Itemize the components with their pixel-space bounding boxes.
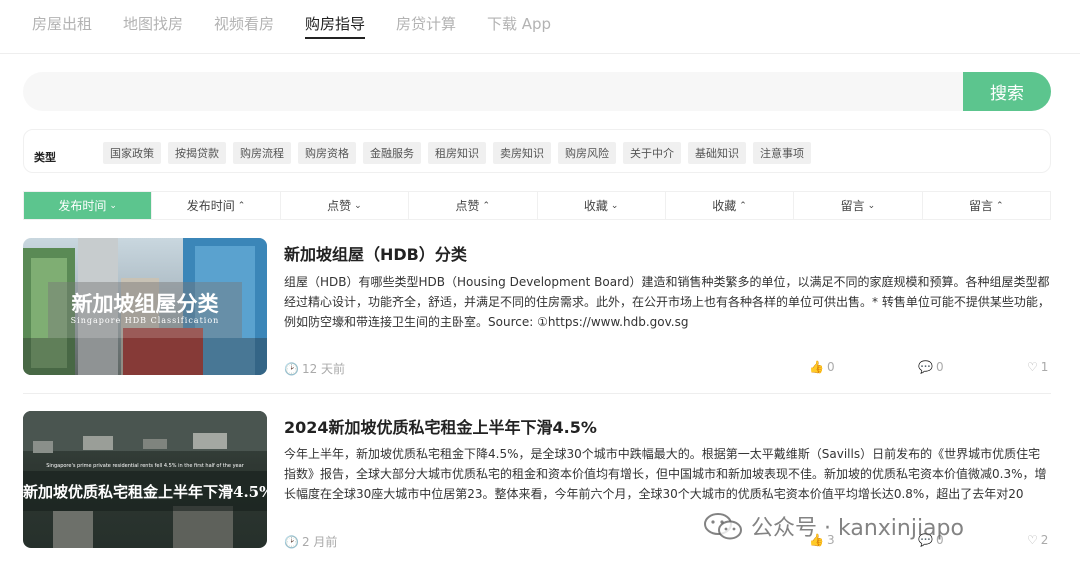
clock-icon: 🕑 [284,361,299,376]
nav-item-video-tour[interactable]: 视频看房 [214,13,274,34]
heart-icon: ♡ [1027,360,1038,374]
search-input[interactable] [23,72,963,111]
sort-likes-asc[interactable]: 点赞 ⌃ [409,192,538,219]
tag-about-agents[interactable]: 关于中介 [623,142,681,164]
heart-icon: ♡ [1027,533,1038,547]
favorite-count[interactable]: ♡ 2 [1027,533,1048,547]
favorite-count[interactable]: ♡ 1 [1027,360,1048,374]
thumbnail-title: 新加坡组屋分类 [71,291,219,316]
nav-item-download-app[interactable]: 下载 App [487,13,551,34]
publish-time-text: 2 月前 [301,535,338,549]
thumbnail-subtitle: Singapore's prime private residential re… [46,463,244,469]
comment-icon: 💬 [918,360,933,374]
watermark: 公众号 · kanxinjiapo [703,510,964,542]
sort-bar: 发布时间 ⌄ 发布时间 ⌃ 点赞 ⌄ 点赞 ⌃ 收藏 ⌄ 收藏 ⌃ 留言 ⌄ 留… [23,191,1051,220]
cityscape-illustration [23,411,267,548]
sort-time-desc[interactable]: 发布时间 ⌄ [24,192,153,219]
sort-label: 收藏 [583,199,608,213]
article-thumbnail[interactable]: 新加坡组屋分类 Singapore HDB Classification [23,238,267,375]
search-button[interactable]: 搜索 [963,72,1051,111]
comment-count[interactable]: 💬 0 [918,360,944,374]
publish-time-text: 12 天前 [301,362,346,376]
publish-time: 🕑 2 月前 [284,533,337,550]
sort-time-asc[interactable]: 发布时间 ⌃ [152,192,281,219]
article-divider [23,393,1051,394]
type-filter: 类型 国家政策 按揭贷款 购房流程 购房资格 金融服务 租房知识 卖房知识 购房… [23,129,1051,173]
chevron-up-icon: ⌃ [482,200,491,211]
favorite-count-text: 1 [1040,360,1049,374]
tag-mortgage-loan[interactable]: 按揭贷款 [168,142,226,164]
thumbs-up-icon: 👍 [809,360,824,374]
tag-national-policy[interactable]: 国家政策 [103,142,161,164]
sort-favorites-asc[interactable]: 收藏 ⌃ [666,192,795,219]
search-bar: 搜索 [23,72,1051,111]
chevron-up-icon: ⌃ [237,200,246,211]
chevron-down-icon: ⌄ [109,200,117,211]
clock-icon: 🕑 [284,534,299,549]
thumbnail-title: 新加坡优质私宅租金上半年下滑4.5% [23,483,267,501]
nav-item-buying-guide[interactable]: 购房指导 [305,13,366,39]
tag-purchase-risk[interactable]: 购房风险 [558,142,616,164]
sort-comments-asc[interactable]: 留言 ⌃ [923,192,1050,219]
tag-purchase-eligibility[interactable]: 购房资格 [298,142,356,164]
tag-notes[interactable]: 注意事项 [753,142,811,164]
type-tag-list: 国家政策 按揭贷款 购房流程 购房资格 金融服务 租房知识 卖房知识 购房风险 … [103,142,811,164]
comment-count-text: 0 [935,360,944,374]
tag-selling-knowledge[interactable]: 卖房知识 [493,142,551,164]
sort-likes-desc[interactable]: 点赞 ⌄ [281,192,410,219]
sort-label: 点赞 [455,199,480,213]
nav-item-mortgage-calculator[interactable]: 房贷计算 [396,13,456,34]
tag-purchase-process[interactable]: 购房流程 [233,142,291,164]
article-thumbnail[interactable]: Singapore's prime private residential re… [23,411,267,548]
like-count-text: 0 [826,360,835,374]
like-count[interactable]: 👍 0 [809,360,835,374]
tag-financial-services[interactable]: 金融服务 [363,142,421,164]
article-excerpt: 组屋（HDB）有哪些类型HDB（Housing Development Boar… [284,275,1050,329]
sort-comments-desc[interactable]: 留言 ⌄ [794,192,923,219]
top-nav: 房屋出租 地图找房 视频看房 购房指导 房贷计算 下载 App [0,0,1080,54]
nav-item-map-search[interactable]: 地图找房 [123,13,183,34]
sort-favorites-desc[interactable]: 收藏 ⌄ [538,192,666,219]
sort-label: 发布时间 [186,199,235,213]
sort-label: 收藏 [712,199,737,213]
sort-label: 留言 [840,199,865,213]
chevron-down-icon: ⌄ [867,200,876,211]
article-excerpt: 今年上半年，新加坡优质私宅租金下降4.5%，是全球30个城市中跌幅最大的。根据第… [284,447,1047,501]
thumbnail-subtitle: Singapore HDB Classification [70,316,220,325]
wechat-icon [704,513,742,540]
article-title[interactable]: 2024新加坡优质私宅租金上半年下滑4.5% [284,414,597,438]
tag-rental-knowledge[interactable]: 租房知识 [428,142,486,164]
article-meta: 🕑 12 天前 👍 0 💬 0 ♡ 1 [284,360,1050,376]
article-title[interactable]: 新加坡组屋（HDB）分类 [284,241,467,265]
chevron-down-icon: ⌄ [610,200,619,211]
chevron-up-icon: ⌃ [739,200,747,211]
chevron-up-icon: ⌃ [996,200,1004,211]
watermark-text: 公众号 · kanxinjiapo [751,516,964,541]
nav-item-rent[interactable]: 房屋出租 [32,13,92,34]
sort-label: 发布时间 [58,199,107,213]
type-label: 类型 [34,151,56,164]
favorite-count-text: 2 [1040,533,1049,547]
sort-label: 点赞 [327,199,352,213]
sort-label: 留言 [969,199,994,213]
publish-time: 🕑 12 天前 [284,360,345,377]
tag-basic-knowledge[interactable]: 基础知识 [688,142,746,164]
chevron-down-icon: ⌄ [354,200,362,211]
